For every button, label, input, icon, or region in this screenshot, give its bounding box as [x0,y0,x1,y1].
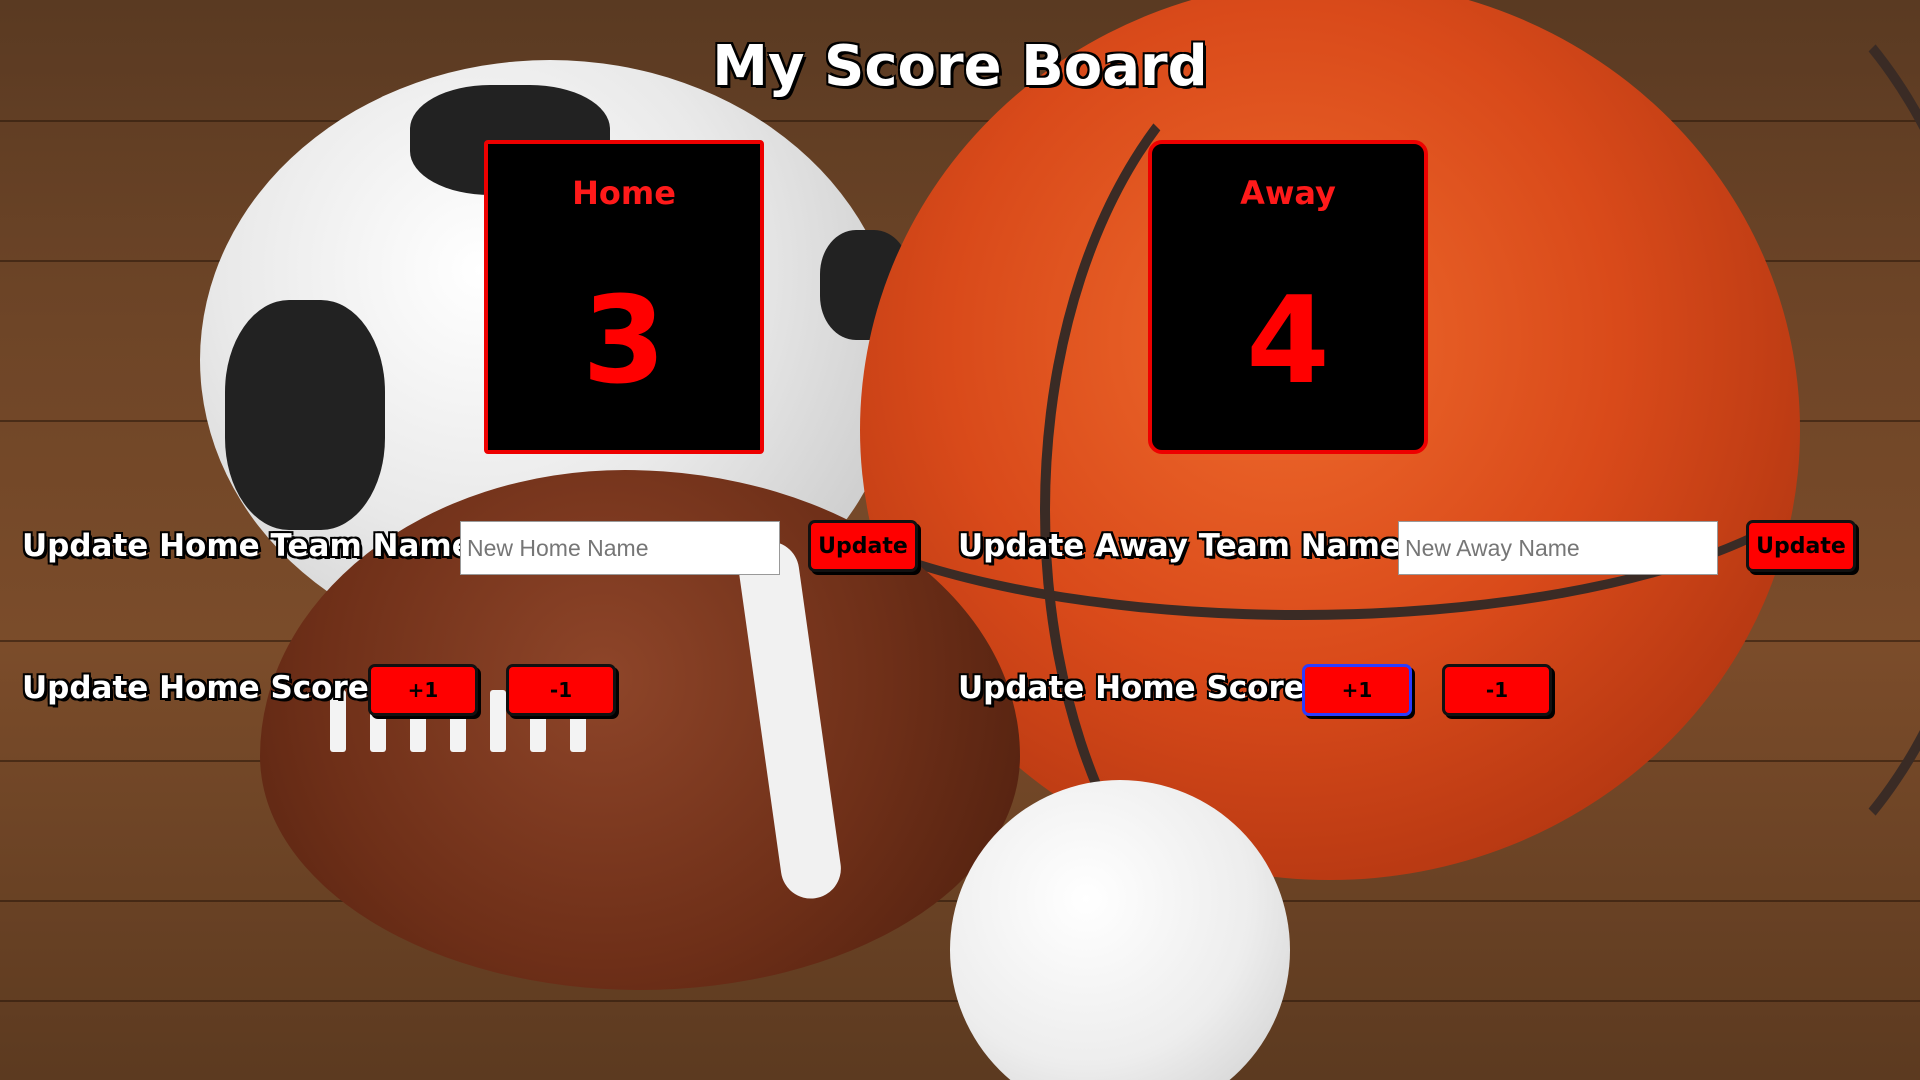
home-score: 3 [582,272,666,411]
page-title: My Score Board [712,34,1208,99]
away-update-button[interactable]: Update [1746,520,1856,572]
home-plus-button[interactable]: +1 [368,664,478,716]
home-score-card: Home 3 [484,140,764,454]
away-minus-button[interactable]: -1 [1442,664,1552,716]
away-score-label: Update Home Score [958,670,1305,706]
away-name-label: Update Away Team Name [958,528,1401,564]
home-team-name: Home [572,174,676,212]
away-plus-button[interactable]: +1 [1302,664,1412,716]
home-score-label: Update Home Score [22,670,369,706]
home-name-input[interactable] [460,521,780,575]
away-name-input[interactable] [1398,521,1718,575]
home-minus-button[interactable]: -1 [506,664,616,716]
away-score-card: Away 4 [1148,140,1428,454]
away-team-name: Away [1240,174,1336,212]
home-update-button[interactable]: Update [808,520,918,572]
away-score: 4 [1246,272,1330,411]
home-name-label: Update Home Team Name [22,528,473,564]
